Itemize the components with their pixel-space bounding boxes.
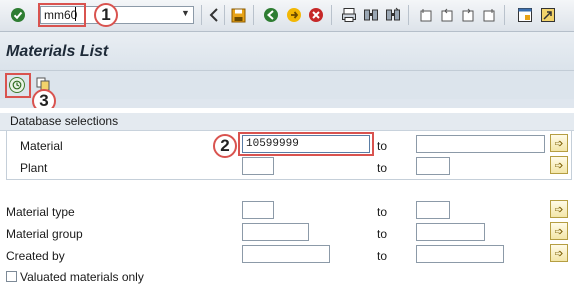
- created-by-from-field[interactable]: [242, 245, 330, 263]
- material-type-to-label: to: [377, 205, 388, 219]
- separator: [408, 5, 409, 25]
- created-by-to-field[interactable]: [416, 245, 504, 263]
- enter-icon[interactable]: [9, 6, 27, 24]
- material-type-label: Material type: [6, 205, 75, 219]
- separator: [224, 5, 225, 25]
- plant-to-field[interactable]: [416, 157, 450, 175]
- callout-2: 2: [213, 134, 237, 158]
- valuated-materials-label: Valuated materials only: [20, 270, 144, 284]
- material-label: Material: [20, 139, 63, 153]
- command-field-highlight: [38, 3, 86, 27]
- plant-from-field[interactable]: [242, 157, 274, 175]
- save-icon[interactable]: [229, 6, 247, 24]
- callout-1: 1: [94, 3, 118, 27]
- system-toolbar: mm60 ▼ 1: [0, 0, 574, 32]
- group-header: Database selections: [0, 113, 574, 131]
- first-page-icon[interactable]: [417, 6, 435, 24]
- material-group-from-field[interactable]: [242, 223, 309, 241]
- multiple-selection-arrow-icon[interactable]: ➩: [550, 244, 568, 262]
- next-page-icon[interactable]: [459, 6, 477, 24]
- chevron-down-icon[interactable]: ▼: [181, 8, 190, 18]
- multiple-selection-arrow-icon[interactable]: ➩: [550, 222, 568, 240]
- created-by-label: Created by: [6, 249, 65, 263]
- plant-to-label: to: [377, 161, 388, 175]
- page-title: Materials List: [6, 43, 109, 60]
- separator: [253, 5, 254, 25]
- material-group-label: Material group: [6, 227, 83, 241]
- material-group-to-field[interactable]: [416, 223, 485, 241]
- multiple-selection-arrow-icon[interactable]: ➩: [550, 134, 568, 152]
- material-type-to-field[interactable]: [416, 201, 450, 219]
- separator: [331, 5, 332, 25]
- execute-icon[interactable]: [9, 77, 25, 93]
- material-field-highlight: [238, 132, 374, 156]
- multiple-selection-arrow-icon[interactable]: ➩: [550, 156, 568, 174]
- separator: [201, 5, 202, 25]
- shortcut-icon[interactable]: [539, 6, 557, 24]
- material-group-to-label: to: [377, 227, 388, 241]
- material-to-field[interactable]: [416, 135, 545, 153]
- back-icon[interactable]: [205, 6, 223, 24]
- new-session-icon[interactable]: [516, 6, 534, 24]
- created-by-to-label: to: [377, 249, 388, 263]
- exit-icon[interactable]: [285, 6, 303, 24]
- plant-label: Plant: [20, 161, 48, 175]
- material-to-label: to: [377, 139, 388, 153]
- find-icon[interactable]: [362, 6, 380, 24]
- multiple-selection-arrow-icon[interactable]: ➩: [550, 200, 568, 218]
- cancel-icon[interactable]: [307, 6, 325, 24]
- valuated-materials-checkbox[interactable]: [6, 271, 17, 282]
- title-bar: Materials List: [0, 32, 574, 71]
- back-green-icon[interactable]: [262, 6, 280, 24]
- prev-page-icon[interactable]: [438, 6, 456, 24]
- last-page-icon[interactable]: [480, 6, 498, 24]
- print-icon[interactable]: [340, 6, 358, 24]
- find-next-icon[interactable]: [384, 6, 402, 24]
- application-toolbar: [0, 71, 574, 99]
- group-title: Database selections: [10, 114, 119, 128]
- separator: [504, 5, 505, 25]
- material-type-from-field[interactable]: [242, 201, 274, 219]
